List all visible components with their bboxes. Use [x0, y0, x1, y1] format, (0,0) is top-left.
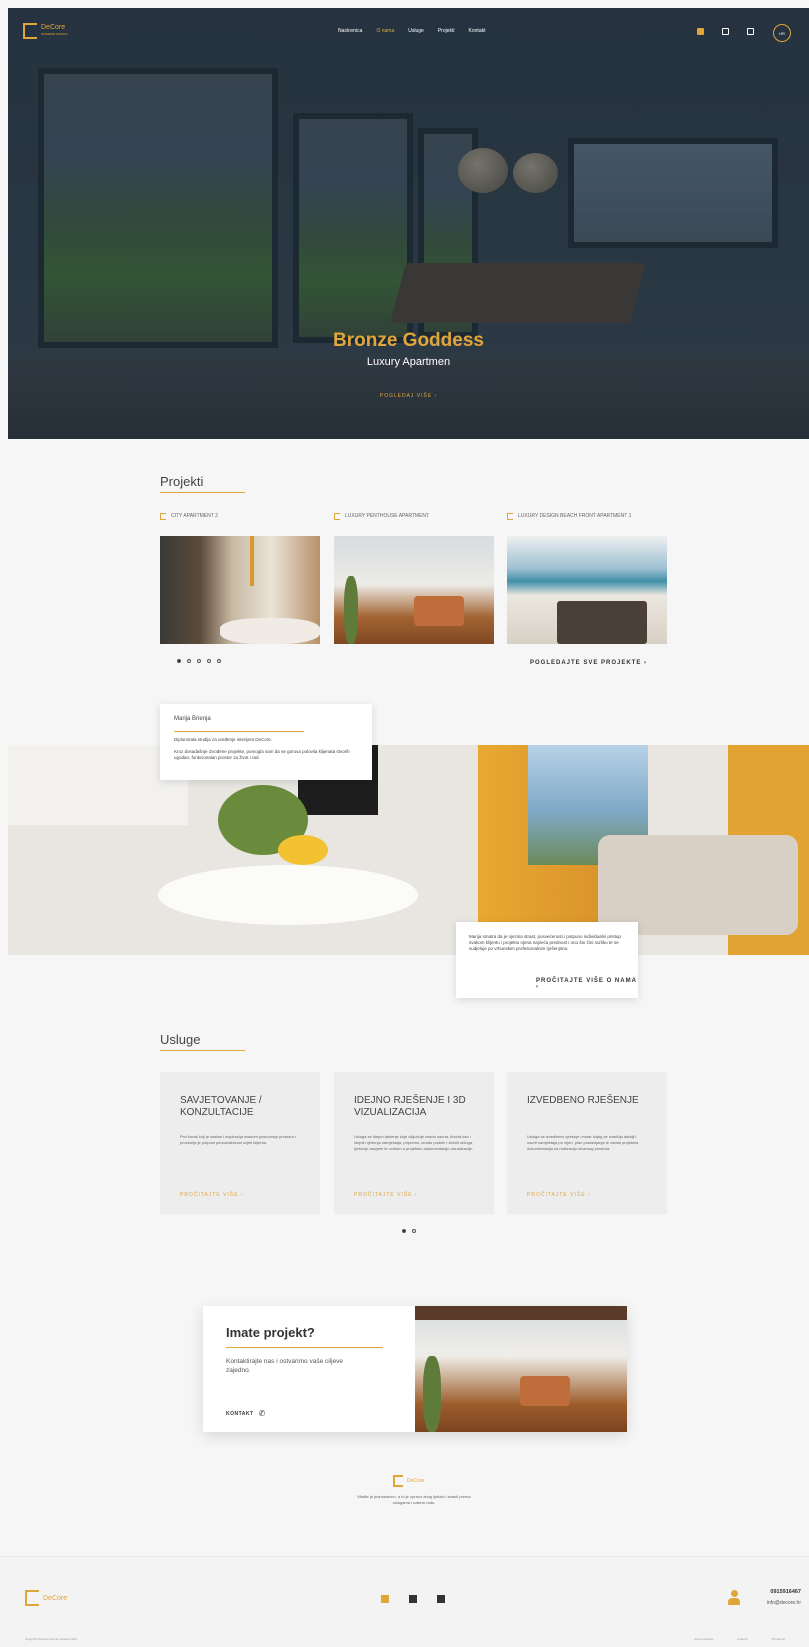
- language-switch[interactable]: HR: [773, 24, 791, 42]
- twitter-icon[interactable]: [409, 1595, 417, 1603]
- facebook-icon[interactable]: [381, 1595, 389, 1603]
- projects-title-underline: [160, 492, 245, 493]
- bottom-brand-name: DeCore: [407, 1477, 425, 1484]
- service-title: IDEJNO RJEŠENJE I 3D VIZUALIZACIJA: [354, 1095, 466, 1118]
- hero-overlay: [8, 8, 809, 439]
- footer-phone[interactable]: 0915916467: [770, 1589, 801, 1595]
- project-card[interactable]: LUXURY PENTHOUSE APARTMENT: [334, 513, 494, 644]
- pagination-dot[interactable]: [197, 659, 201, 663]
- project-label: LUXURY PENTHOUSE APARTMENT: [345, 513, 430, 519]
- top-navigation: DeCore INTERIOR DESIGN Naslovnica O nama …: [8, 23, 809, 43]
- project-image[interactable]: [160, 536, 320, 644]
- service-read-more-link[interactable]: PROČITAJTE VIŠE ›: [354, 1192, 418, 1198]
- service-read-more-link[interactable]: PROČITAJTE VIŠE ›: [180, 1192, 244, 1198]
- about-intro: Diplomirala studija za uređenje interije…: [174, 737, 273, 742]
- service-text: Usluga se izvedbeno rješenje unutar koje…: [527, 1134, 639, 1151]
- logo-icon: [393, 1475, 403, 1487]
- footer-link[interactable]: Privatnost: [772, 1637, 785, 1641]
- pagination-dot[interactable]: [412, 1229, 416, 1233]
- project-icon: [160, 513, 166, 520]
- project-icon: [507, 513, 513, 520]
- service-card[interactable]: IZVEDBENO RJEŠENJE Usluga se izvedbeno r…: [507, 1072, 667, 1214]
- hero-subtitle: Luxury Apartmen: [366, 356, 451, 368]
- footer-email[interactable]: info@decore.hr: [767, 1600, 801, 1606]
- copyright-text: Copyright DeCore Interior Design 2023: [25, 1637, 77, 1641]
- bottom-tagline: Mislite je jednostavno, a to je upravo z…: [357, 1494, 471, 1505]
- brand-tagline: INTERIOR DESIGN: [41, 32, 68, 36]
- project-card[interactable]: CITY APARTMENT 2: [160, 513, 320, 644]
- pagination-dot[interactable]: [207, 659, 211, 663]
- about-image: [8, 745, 809, 955]
- projects-pagination: [177, 659, 221, 663]
- brand-name: DeCore: [41, 24, 66, 31]
- service-card[interactable]: IDEJNO RJEŠENJE I 3D VIZUALIZACIJA Uslug…: [334, 1072, 494, 1214]
- footer-brand-name: DeCore: [43, 1594, 68, 1602]
- menu-item-naslovnica[interactable]: Naslovnica: [338, 28, 362, 34]
- instagram-icon[interactable]: [747, 28, 754, 35]
- about-detail-card: Marija smatra da je njezina strast, posv…: [456, 922, 638, 998]
- service-text: Usluga se idejno rješenje koje uključuje…: [354, 1134, 474, 1151]
- facebook-icon[interactable]: [697, 28, 704, 35]
- contact-banner: Imate projekt? Kontaktirajte nas i ostva…: [203, 1306, 627, 1432]
- menu-item-o-nama[interactable]: O nama: [376, 28, 394, 34]
- projects-title: Projekti: [160, 474, 204, 489]
- phone-icon: ✆: [258, 1409, 266, 1418]
- main-menu: Naslovnica O nama Usluge Projekti Kontak…: [338, 28, 486, 34]
- service-title: IZVEDBENO RJEŠENJE: [527, 1095, 639, 1106]
- project-icon: [334, 513, 340, 520]
- logo-icon: [25, 1590, 39, 1606]
- logo-icon: [23, 23, 37, 39]
- services-title: Usluge: [160, 1032, 201, 1047]
- project-label: CITY APARTMENT 2: [171, 513, 218, 519]
- view-all-projects-link[interactable]: POGLEDAJTE SVE PROJEKTE ›: [530, 660, 647, 666]
- about-intro-card: Marija Brienja Diplomirala studija za ur…: [160, 704, 372, 780]
- project-label: LUXURY DESIGN BEACH FRONT APARTMENT 1: [518, 513, 632, 519]
- footer-social-icons: [381, 1595, 445, 1603]
- service-card[interactable]: SAVJETOVANJE / KONZULTACIJE Prvi korak k…: [160, 1072, 320, 1214]
- hero-banner: DeCore INTERIOR DESIGN Naslovnica O nama …: [8, 8, 809, 439]
- instagram-icon[interactable]: [437, 1595, 445, 1603]
- menu-item-projekti[interactable]: Projekti: [438, 28, 455, 34]
- service-title: SAVJETOVANJE / KONZULTACIJE: [180, 1095, 262, 1118]
- twitter-icon[interactable]: [722, 28, 729, 35]
- service-text: Prvi korak koji je sastan i inspiracija …: [180, 1134, 296, 1145]
- pagination-dot[interactable]: [402, 1229, 406, 1233]
- contact-text: Kontaktirajte nas i ostvarimo vaše cilje…: [226, 1358, 344, 1374]
- brand-logo[interactable]: DeCore INTERIOR DESIGN: [23, 23, 68, 39]
- project-image[interactable]: [507, 536, 667, 644]
- contact-person-icon: [728, 1590, 740, 1606]
- pagination-dot[interactable]: [177, 659, 181, 663]
- footer-link[interactable]: Kolačići: [737, 1637, 747, 1641]
- bottom-logo[interactable]: DeCore: [393, 1475, 424, 1487]
- about-text: Kroz dosadašnje izvođene projekte, pomog…: [174, 749, 350, 760]
- menu-item-usluge[interactable]: Usluge: [408, 28, 424, 34]
- footer-bottom-bar: Copyright DeCore Interior Design 2023 Uv…: [25, 1637, 785, 1641]
- footer: DeCore 0915916467 info@decore.hr Copyrig…: [0, 1556, 809, 1647]
- contact-image: [415, 1306, 627, 1432]
- service-read-more-link[interactable]: PROČITAJTE VIŠE ›: [527, 1192, 591, 1198]
- hero-cta-link[interactable]: POGLEDAJ VIŠE ›: [8, 393, 809, 399]
- contact-title: Imate projekt?: [226, 1325, 315, 1340]
- pagination-dot[interactable]: [217, 659, 221, 663]
- pagination-dot[interactable]: [187, 659, 191, 663]
- project-card[interactable]: LUXURY DESIGN BEACH FRONT APARTMENT 1: [507, 513, 667, 644]
- hero-title: Bronze Goddess: [333, 330, 484, 351]
- contact-button-label: KONTAKT: [226, 1410, 254, 1417]
- social-icons: [697, 28, 754, 35]
- project-image[interactable]: [334, 536, 494, 644]
- menu-item-kontakt[interactable]: Kontakt: [469, 28, 486, 34]
- services-title-underline: [160, 1050, 245, 1051]
- services-pagination: [402, 1229, 416, 1233]
- about-text-2: Marija smatra da je njezina strast, posv…: [469, 934, 621, 951]
- read-more-about-link[interactable]: PROČITAJTE VIŠE O NAMA ›: [536, 978, 638, 990]
- contact-button[interactable]: KONTAKT ✆: [226, 1409, 265, 1418]
- footer-link[interactable]: Uvjeti uporabe: [694, 1637, 713, 1641]
- about-name: Marija Brienja: [174, 716, 211, 722]
- footer-logo[interactable]: DeCore: [25, 1590, 67, 1606]
